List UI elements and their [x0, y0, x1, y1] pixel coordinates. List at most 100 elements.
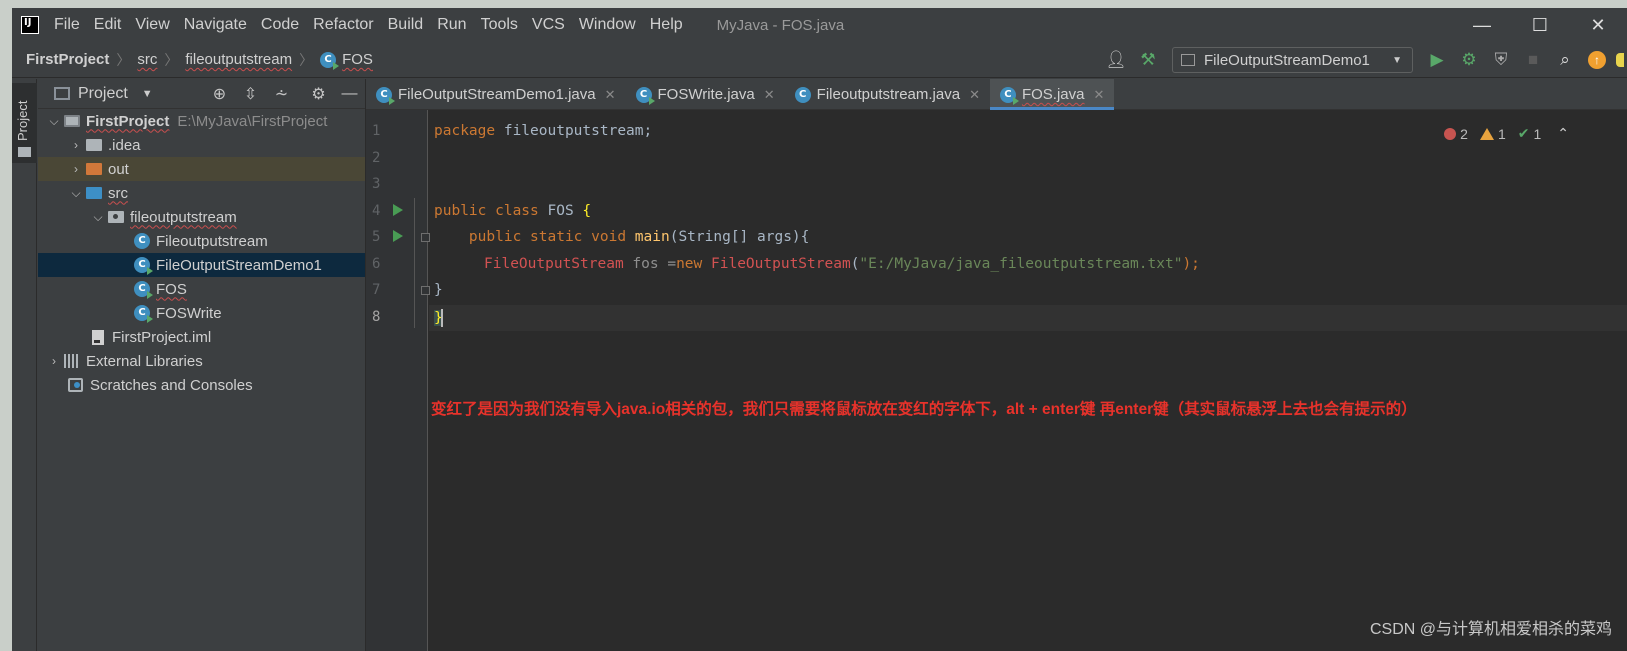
- line-number: 3: [372, 176, 381, 192]
- run-config-select[interactable]: FileOutputStreamDemo1 ▼: [1172, 47, 1413, 73]
- menu-code[interactable]: Code: [261, 16, 299, 34]
- tree-item-foswrite[interactable]: C FOSWrite: [38, 301, 365, 325]
- breadcrumb-project[interactable]: FirstProject: [26, 51, 109, 68]
- fold-marker[interactable]: [421, 286, 430, 295]
- inspection-widget[interactable]: 2 1 ✔ 1 ⌃: [1444, 125, 1569, 142]
- error-count: 2: [1460, 125, 1468, 142]
- chevron-down-icon[interactable]: ⌵: [44, 114, 64, 129]
- line-number: 6: [372, 256, 381, 272]
- coverage-icon[interactable]: ⛨: [1485, 42, 1517, 78]
- update-icon[interactable]: ↑: [1581, 42, 1613, 78]
- breadcrumb-class[interactable]: C FOS: [320, 51, 373, 70]
- project-view-icon: [54, 87, 70, 100]
- run-gutter-icon[interactable]: [393, 230, 403, 242]
- menu-navigate[interactable]: Navigate: [184, 16, 247, 34]
- user-icon[interactable]: 👤︎: [1100, 42, 1132, 78]
- project-tool-tab[interactable]: Project: [12, 83, 37, 163]
- collapse-all-icon[interactable]: ⩪: [266, 84, 297, 104]
- tree-item-iml[interactable]: FirstProject.iml: [38, 325, 365, 349]
- breadcrumb-package[interactable]: fileoutputstream: [185, 51, 292, 68]
- tree-item-package[interactable]: ⌵ fileoutputstream: [38, 205, 365, 229]
- close-icon[interactable]: ✕: [764, 87, 775, 103]
- gear-icon[interactable]: ⚙: [303, 84, 334, 104]
- tree-item-out[interactable]: › out: [38, 157, 365, 181]
- tab-foswrite[interactable]: C FOSWrite.java ✕: [626, 79, 785, 110]
- tree-item-fileoutputstream[interactable]: C Fileoutputstream: [38, 229, 365, 253]
- minimize-button[interactable]: —: [1453, 8, 1511, 42]
- menu-file[interactable]: File: [54, 16, 80, 34]
- chevron-down-icon[interactable]: ⌵: [66, 186, 86, 201]
- run-gutter-icon[interactable]: [393, 204, 403, 216]
- chevron-down-icon: ▼: [1392, 54, 1402, 66]
- maximize-button[interactable]: ☐: [1511, 8, 1569, 42]
- close-button[interactable]: ✕: [1569, 8, 1627, 42]
- package-icon: [108, 211, 124, 223]
- project-folder-icon: [64, 115, 80, 127]
- menu-help[interactable]: Help: [650, 16, 683, 34]
- tab-label: FileOutputStreamDemo1.java: [398, 86, 596, 103]
- tab-fileoutputstreamdemo1[interactable]: C FileOutputStreamDemo1.java ✕: [366, 79, 626, 110]
- class-icon: C: [376, 86, 395, 105]
- class-icon: C: [134, 233, 150, 249]
- debug-icon[interactable]: ⚙: [1453, 42, 1485, 78]
- editor-tab-bar: C FileOutputStreamDemo1.java ✕ C FOSWrit…: [366, 79, 1627, 110]
- chevron-right-icon[interactable]: ›: [66, 162, 86, 176]
- tab-fileoutputstream[interactable]: C Fileoutputstream.java ✕: [785, 79, 990, 110]
- window-title: MyJava - FOS.java: [716, 16, 845, 34]
- menu-build[interactable]: Build: [388, 16, 424, 34]
- tree-item-scratches[interactable]: Scratches and Consoles: [38, 373, 365, 397]
- intellij-logo-icon: [21, 16, 39, 34]
- code-token: }: [434, 282, 443, 298]
- plugin-icon[interactable]: [1613, 42, 1627, 78]
- project-view-selector[interactable]: Project: [78, 85, 128, 103]
- line-number: 7: [372, 282, 381, 298]
- search-icon[interactable]: ⌕: [1549, 42, 1581, 78]
- fold-marker[interactable]: [421, 233, 430, 242]
- title-bar: File Edit View Navigate Code Refactor Bu…: [12, 8, 1627, 42]
- menu-refactor[interactable]: Refactor: [313, 16, 373, 34]
- code-editor[interactable]: 1 2 3 4 5 6 7 8 package fileoutputstream…: [366, 110, 1627, 651]
- hide-icon[interactable]: —: [334, 85, 365, 103]
- chevron-up-icon[interactable]: ⌃: [1557, 125, 1569, 142]
- tree-item-firstproject[interactable]: ⌵ FirstProject E:\MyJava\FirstProject: [38, 109, 365, 133]
- project-panel-tools: ⊕ ⇳ ⩪ ⚙ —: [204, 84, 365, 104]
- menu-bar: File Edit View Navigate Code Refactor Bu…: [54, 16, 697, 34]
- code-line-6: FileOutputStream fos =new FileOutputStre…: [484, 256, 1200, 272]
- chevron-down-icon[interactable]: ▼: [142, 88, 153, 100]
- expand-all-icon[interactable]: ⇳: [235, 84, 266, 104]
- menu-vcs[interactable]: VCS: [532, 16, 565, 34]
- breadcrumb-src[interactable]: src: [137, 51, 157, 68]
- tab-fos[interactable]: C FOS.java ✕: [989, 79, 1115, 110]
- editor-gutter: 1 2 3 4 5 6 7 8: [366, 110, 430, 651]
- toolbar-right: 👤︎ ⚒ FileOutputStreamDemo1 ▼ ▶ ⚙ ⛨ ■ ⌕ ↑: [1100, 42, 1627, 78]
- hammer-icon[interactable]: ⚒: [1132, 42, 1164, 78]
- menu-window[interactable]: Window: [579, 16, 636, 34]
- menu-tools[interactable]: Tools: [481, 16, 518, 34]
- menu-run[interactable]: Run: [437, 16, 466, 34]
- code-token: FOS: [538, 203, 583, 219]
- navigation-bar: FirstProject 〉 src 〉 fileoutputstream 〉 …: [12, 42, 1627, 78]
- chevron-down-icon[interactable]: ⌵: [88, 210, 108, 225]
- line-number: 5: [372, 229, 381, 245]
- run-config-label: FileOutputStreamDemo1: [1204, 51, 1370, 69]
- menu-view[interactable]: View: [135, 16, 169, 34]
- tree-item-fileoutputstreamdemo1[interactable]: C FileOutputStreamDemo1: [38, 253, 365, 277]
- tree-item-label: FileOutputStreamDemo1: [156, 256, 322, 274]
- breadcrumb-separator: 〉: [299, 51, 314, 68]
- locate-icon[interactable]: ⊕: [204, 84, 235, 104]
- tree-item-idea[interactable]: › .idea: [38, 133, 365, 157]
- chevron-right-icon[interactable]: ›: [44, 354, 64, 368]
- chevron-right-icon[interactable]: ›: [66, 138, 86, 152]
- tree-item-label: External Libraries: [86, 352, 203, 370]
- tree-item-fos[interactable]: C FOS: [38, 277, 365, 301]
- class-icon: C: [635, 86, 655, 105]
- tree-item-src[interactable]: ⌵ src: [38, 181, 365, 205]
- run-icon[interactable]: ▶: [1421, 42, 1453, 78]
- class-icon: C: [134, 305, 153, 323]
- close-icon[interactable]: ✕: [969, 87, 980, 103]
- menu-edit[interactable]: Edit: [94, 16, 122, 34]
- tree-item-external-libraries[interactable]: › External Libraries: [38, 349, 365, 373]
- close-icon[interactable]: ✕: [605, 87, 616, 103]
- close-icon[interactable]: ✕: [1094, 87, 1105, 103]
- stop-icon[interactable]: ■: [1517, 42, 1549, 78]
